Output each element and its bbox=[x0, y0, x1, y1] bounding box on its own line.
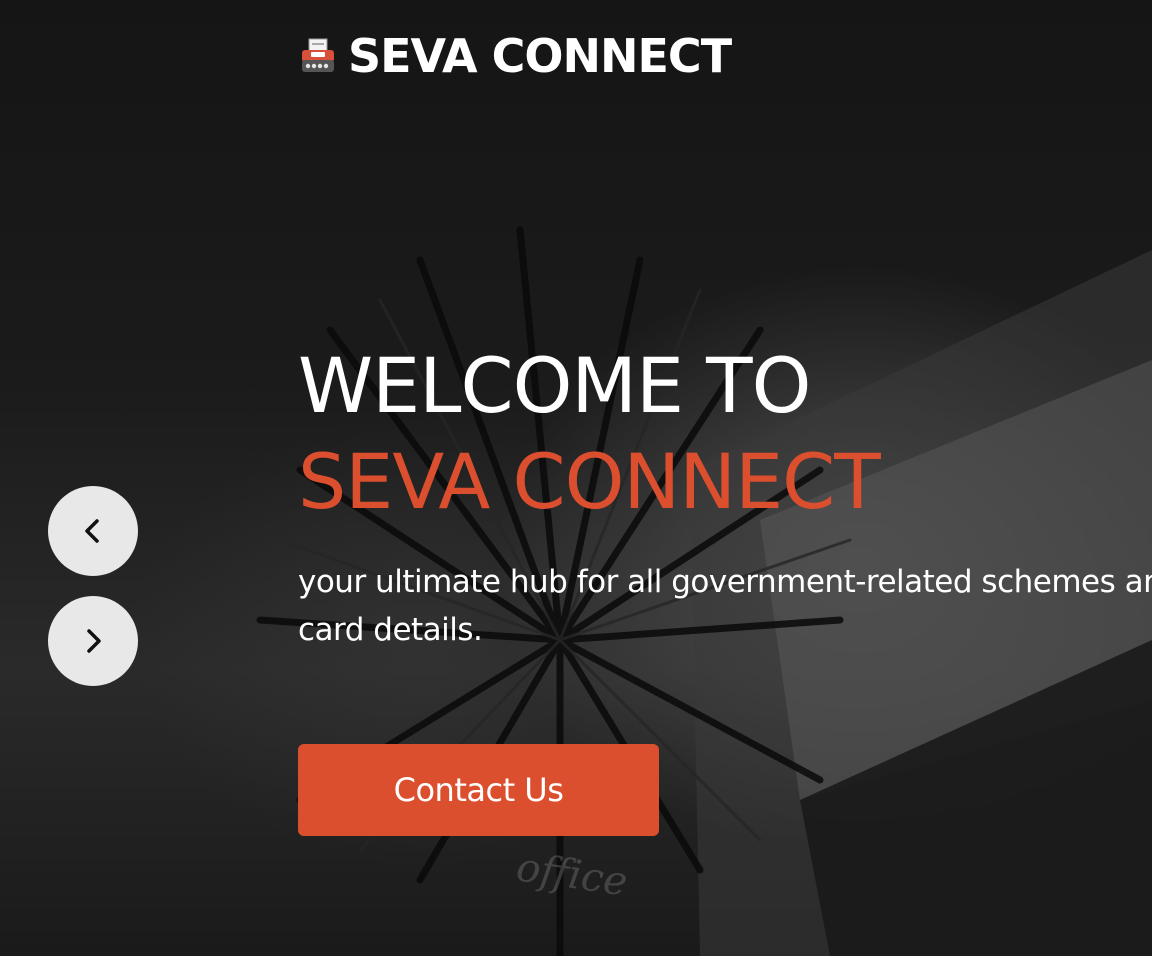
chevron-right-icon bbox=[87, 629, 101, 653]
background-handwriting: office bbox=[514, 844, 631, 905]
site-brand[interactable]: SEVA CONNECT bbox=[298, 28, 732, 84]
hero-heading-line1: WELCOME TO bbox=[298, 341, 811, 430]
hero-tagline: your ultimate hub for all government-rel… bbox=[298, 564, 1152, 648]
hero-heading-line2: SEVA CONNECT bbox=[298, 437, 881, 526]
brand-name: SEVA CONNECT bbox=[348, 29, 732, 83]
hero-section: office SEVA CONNECT WELCOME TO SEVA CONN… bbox=[0, 0, 1152, 956]
contact-us-button[interactable]: Contact Us bbox=[298, 744, 659, 836]
carousel-prev-button[interactable] bbox=[48, 486, 138, 576]
chevron-left-icon bbox=[85, 519, 99, 543]
typewriter-icon bbox=[302, 38, 334, 72]
carousel-next-button[interactable] bbox=[48, 596, 138, 686]
